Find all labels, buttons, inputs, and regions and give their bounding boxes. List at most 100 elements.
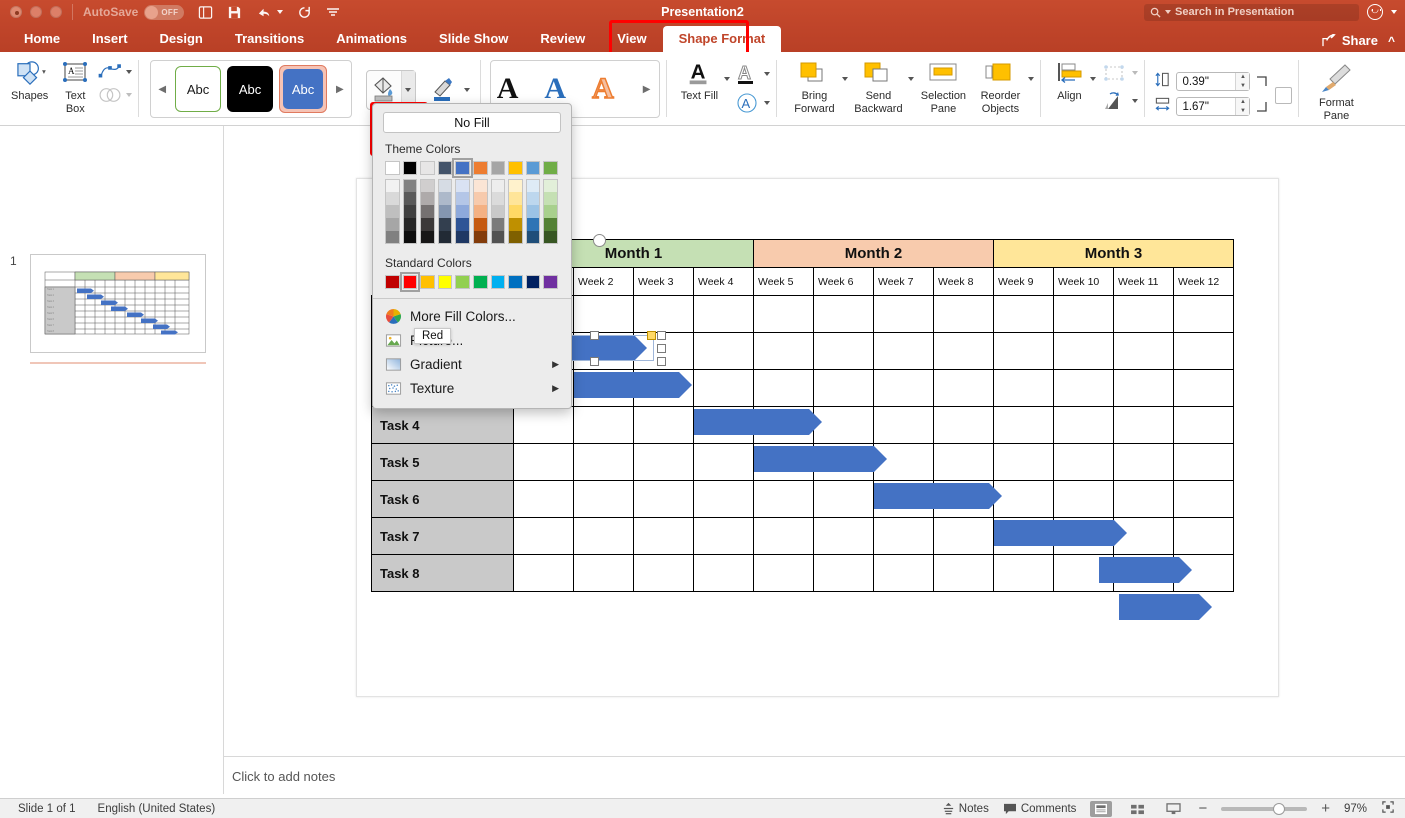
- standard-color-swatch[interactable]: [508, 275, 523, 289]
- theme-tint-swatch[interactable]: [491, 231, 506, 244]
- presenter-view-icon[interactable]: [198, 5, 213, 20]
- theme-tint-column[interactable]: [438, 179, 453, 244]
- theme-tint-swatch[interactable]: [491, 218, 506, 231]
- notes-button[interactable]: Notes: [942, 802, 989, 815]
- wordart-style-1[interactable]: A: [497, 72, 519, 106]
- wordart-style-2[interactable]: A: [544, 72, 566, 106]
- standard-color-swatch[interactable]: [526, 275, 541, 289]
- standard-color-swatch[interactable]: [420, 275, 435, 289]
- gantt-bar-task-8[interactable]: [1119, 594, 1199, 620]
- theme-tint-swatch[interactable]: [473, 192, 488, 205]
- gallery-next-icon[interactable]: ▶: [333, 84, 347, 95]
- theme-tint-swatch[interactable]: [455, 218, 470, 231]
- shape-style-3-selected[interactable]: Abc: [279, 65, 327, 113]
- window-controls[interactable]: [0, 6, 62, 18]
- tab-animations[interactable]: Animations: [320, 26, 423, 52]
- standard-color-swatch[interactable]: [491, 275, 506, 289]
- slide-show-button[interactable]: [1162, 801, 1184, 817]
- theme-tint-column[interactable]: [491, 179, 506, 244]
- theme-tint-swatch[interactable]: [403, 192, 418, 205]
- theme-tint-column[interactable]: [385, 179, 400, 244]
- standard-color-swatch[interactable]: [473, 275, 488, 289]
- picture-fill-item[interactable]: Picture...: [373, 328, 571, 352]
- zoom-in-button[interactable]: +: [1321, 800, 1330, 817]
- notes-pane[interactable]: Click to add notes: [224, 756, 1405, 798]
- tab-insert[interactable]: Insert: [76, 26, 143, 52]
- standard-colors-grid[interactable]: [373, 275, 571, 289]
- send-backward-button[interactable]: Send Backward: [848, 56, 908, 115]
- theme-tint-column[interactable]: [420, 179, 435, 244]
- zoom-out-button[interactable]: −: [1198, 800, 1207, 817]
- minimize-window-button[interactable]: [30, 6, 42, 18]
- theme-tint-column[interactable]: [526, 179, 541, 244]
- tab-home[interactable]: Home: [8, 26, 76, 52]
- autosave-toggle[interactable]: OFF: [144, 5, 184, 20]
- shape-style-1[interactable]: Abc: [175, 66, 221, 112]
- theme-tint-swatch[interactable]: [473, 205, 488, 218]
- theme-tint-swatch[interactable]: [508, 205, 523, 218]
- shapes-button[interactable]: Shapes: [6, 56, 53, 103]
- theme-tint-swatch[interactable]: [420, 205, 435, 218]
- theme-color-swatch[interactable]: [491, 161, 506, 175]
- more-fill-colors-item[interactable]: More Fill Colors...: [373, 304, 571, 328]
- no-fill-option[interactable]: No Fill: [383, 112, 561, 133]
- undo-icon[interactable]: [256, 5, 283, 20]
- bring-forward-button[interactable]: Bring Forward: [786, 56, 842, 115]
- shape-width-value[interactable]: [1177, 98, 1235, 115]
- theme-tint-swatch[interactable]: [526, 205, 541, 218]
- theme-tint-swatch[interactable]: [526, 218, 541, 231]
- comments-button[interactable]: Comments: [1003, 803, 1077, 815]
- theme-tint-column[interactable]: [455, 179, 470, 244]
- theme-tint-swatch[interactable]: [491, 192, 506, 205]
- theme-tint-column[interactable]: [403, 179, 418, 244]
- format-pane-button[interactable]: Format Pane: [1308, 56, 1364, 122]
- standard-color-swatch[interactable]: [385, 275, 400, 289]
- chevron-down-icon[interactable]: [1391, 10, 1397, 14]
- standard-color-swatch[interactable]: [438, 275, 453, 289]
- theme-tint-swatch[interactable]: [543, 205, 558, 218]
- shape-height-value[interactable]: [1177, 73, 1235, 90]
- theme-tint-swatch[interactable]: [508, 231, 523, 244]
- text-box-button[interactable]: A Text Box: [53, 56, 97, 115]
- gradient-fill-item[interactable]: Gradient ▶: [373, 352, 571, 376]
- theme-tint-swatch[interactable]: [455, 205, 470, 218]
- tab-view[interactable]: View: [601, 26, 662, 52]
- theme-tint-swatch[interactable]: [508, 218, 523, 231]
- search-input[interactable]: Search in Presentation: [1144, 4, 1359, 21]
- theme-tint-swatch[interactable]: [385, 218, 400, 231]
- theme-tint-column[interactable]: [473, 179, 488, 244]
- theme-tint-swatch[interactable]: [543, 231, 558, 244]
- theme-color-swatch[interactable]: [508, 161, 523, 175]
- zoom-slider[interactable]: [1221, 807, 1307, 811]
- theme-tint-swatch[interactable]: [438, 218, 453, 231]
- tab-review[interactable]: Review: [524, 26, 601, 52]
- rotate-objects-icon[interactable]: [1102, 90, 1138, 112]
- theme-color-swatch[interactable]: [455, 161, 470, 175]
- theme-tint-swatch[interactable]: [420, 192, 435, 205]
- theme-tint-swatch[interactable]: [473, 231, 488, 244]
- theme-tint-swatch[interactable]: [403, 179, 418, 192]
- width-spinner[interactable]: ▲▼: [1235, 98, 1249, 115]
- theme-tint-swatch[interactable]: [438, 179, 453, 192]
- shape-styles-gallery[interactable]: ◀ Abc Abc Abc ▶: [150, 60, 351, 118]
- text-effects-icon[interactable]: A: [736, 92, 770, 114]
- rotate-handle[interactable]: [593, 234, 606, 247]
- reorder-objects-button[interactable]: Reorder Objects: [972, 56, 1028, 115]
- standard-color-swatch[interactable]: [455, 275, 470, 289]
- zoom-slider-knob[interactable]: [1273, 803, 1285, 815]
- adjustment-handle[interactable]: [647, 331, 656, 340]
- wordart-gallery-next-icon[interactable]: ▶: [640, 84, 654, 95]
- theme-tint-swatch[interactable]: [438, 205, 453, 218]
- resize-handle-n[interactable]: [590, 331, 599, 340]
- tab-shape-format[interactable]: Shape Format: [663, 26, 782, 52]
- maximize-window-button[interactable]: [50, 6, 62, 18]
- theme-tint-swatch[interactable]: [543, 218, 558, 231]
- theme-tint-swatch[interactable]: [403, 205, 418, 218]
- slide-thumbnail-1[interactable]: Task 1Task 2 Task 3Task 4 Task 5Task 6 T…: [30, 254, 206, 353]
- theme-color-swatch[interactable]: [526, 161, 541, 175]
- selection-pane-button[interactable]: Selection Pane: [914, 56, 972, 115]
- theme-tint-swatch[interactable]: [438, 192, 453, 205]
- standard-color-swatch[interactable]: [543, 275, 558, 289]
- gallery-prev-icon[interactable]: ◀: [155, 84, 169, 95]
- theme-tint-swatch[interactable]: [385, 179, 400, 192]
